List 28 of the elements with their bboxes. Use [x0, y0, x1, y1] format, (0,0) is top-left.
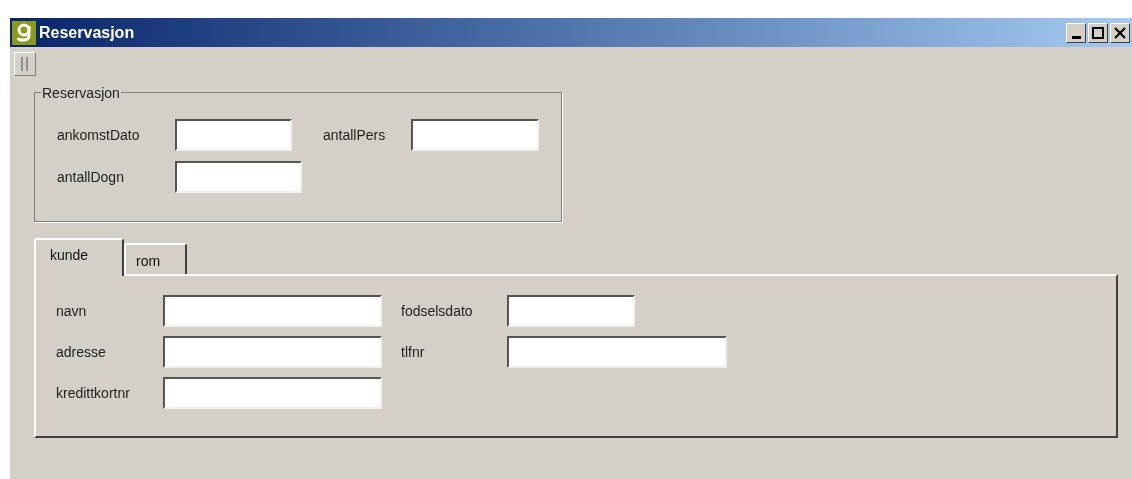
field-label: tlfnr [401, 342, 426, 362]
field-label: fodselsdato [401, 301, 474, 321]
window-title: Reservasjon [39, 22, 135, 43]
close-button[interactable] [1110, 22, 1130, 43]
input-field[interactable] [411, 119, 539, 151]
field-label: ankomstDato [57, 125, 141, 145]
maximize-button[interactable] [1088, 22, 1108, 43]
input-field[interactable] [175, 161, 302, 193]
field-label: navn [56, 301, 88, 321]
field-label: kredittkortnr [56, 383, 131, 403]
minimize-icon [1071, 35, 1081, 39]
input-field[interactable] [175, 119, 292, 151]
field-label: antallPers [323, 125, 387, 145]
minimize-button[interactable] [1066, 22, 1086, 43]
toolbar-button[interactable] [14, 52, 36, 76]
input-field[interactable] [507, 336, 727, 368]
app-logo-icon [12, 20, 36, 45]
close-icon [1114, 26, 1126, 39]
field-label: adresse [56, 342, 107, 362]
tab[interactable]: rom [124, 243, 187, 274]
input-field[interactable] [163, 377, 382, 409]
pause-icon [21, 57, 29, 71]
tab[interactable]: kunde [34, 238, 124, 276]
field-label: antallDogn [57, 167, 125, 187]
maximize-icon [1092, 26, 1104, 39]
input-field[interactable] [163, 295, 382, 327]
input-field[interactable] [163, 336, 382, 368]
input-field[interactable] [507, 295, 635, 327]
